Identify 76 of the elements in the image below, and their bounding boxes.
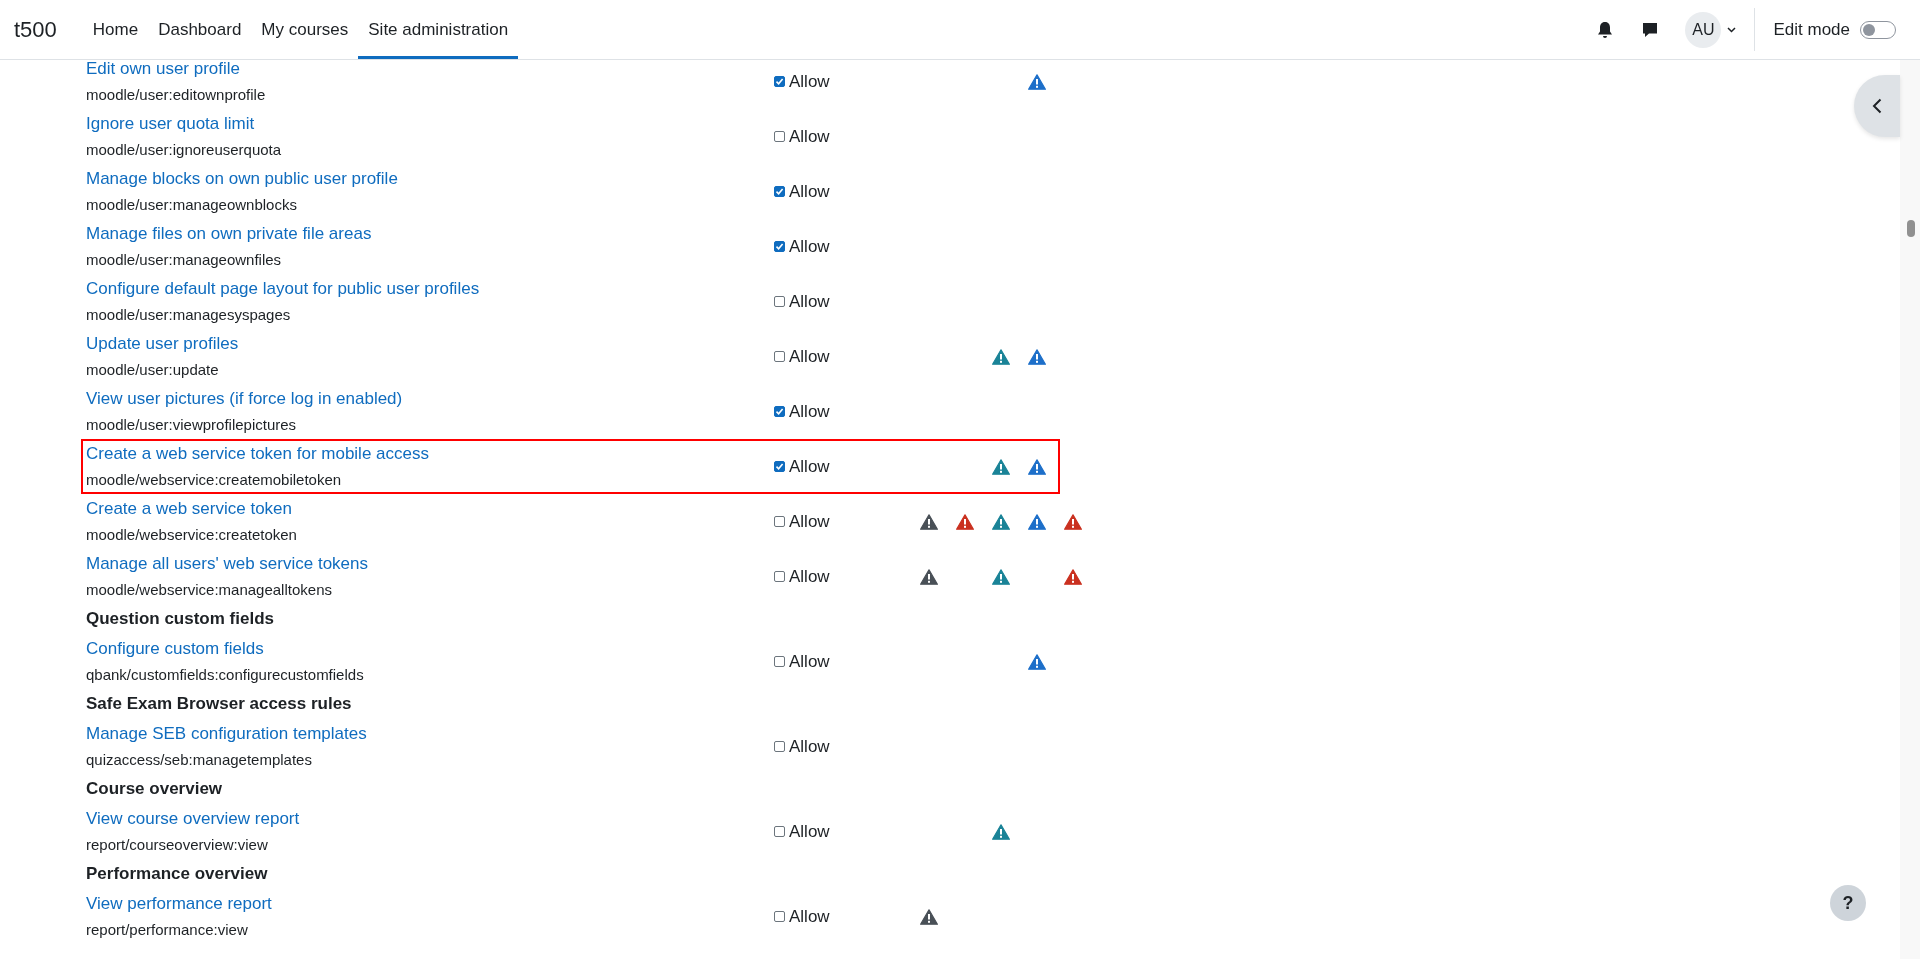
edit-mode-label: Edit mode	[1773, 19, 1850, 40]
capability-name: moodle/user:update	[86, 359, 219, 380]
checkbox-label[interactable]: Allow	[789, 126, 830, 147]
section-heading: Course overview	[86, 778, 224, 800]
checkbox[interactable]	[774, 186, 785, 197]
capability-link[interactable]: Configure default page layout for public user profiles	[86, 276, 480, 302]
capability-name: moodle/user:manageownblocks	[86, 194, 297, 215]
nav-link[interactable]: Dashboard	[148, 0, 252, 59]
scroll-thumb[interactable]	[1907, 220, 1915, 237]
capability-link[interactable]: View course overview report	[86, 806, 300, 832]
checkbox-label[interactable]: Allow	[789, 906, 830, 927]
capability-name: moodle/user:editownprofile	[86, 84, 266, 105]
capability-name: moodle/user:manageownfiles	[86, 249, 282, 270]
checkbox-label[interactable]: Allow	[789, 401, 830, 422]
capability-link[interactable]: Create a web service token for mobile access	[86, 441, 429, 467]
checkbox-label[interactable]: Allow	[789, 456, 830, 477]
checkbox[interactable]	[774, 826, 785, 837]
checkbox[interactable]	[774, 406, 785, 417]
checkbox[interactable]	[774, 516, 785, 527]
checkbox[interactable]	[774, 741, 785, 752]
user-avatar[interactable]: AU	[1685, 11, 1722, 48]
capability-link[interactable]: Create a web service token	[86, 496, 292, 522]
capability-name: moodle/user:managesyspages	[86, 304, 291, 325]
checkbox[interactable]	[774, 296, 785, 307]
chat-icon[interactable]	[1641, 20, 1660, 39]
capability-link[interactable]: Ignore user quota limit	[86, 111, 255, 137]
capability-name: moodle/webservice:managealltokens	[86, 579, 332, 600]
checkbox-label[interactable]: Allow	[789, 736, 830, 757]
capability-link[interactable]: Update user profiles	[86, 331, 239, 357]
section-heading: Question custom fields	[86, 608, 275, 630]
capability-name: moodle/webservice:createtoken	[86, 524, 297, 545]
checkbox[interactable]	[774, 351, 785, 362]
capability-link[interactable]: Manage SEB configuration templates	[86, 721, 367, 747]
section-heading: Performance overview	[86, 863, 269, 885]
capability-link[interactable]: View user pictures (if force log in enabled)	[86, 386, 403, 412]
checkbox[interactable]	[774, 911, 785, 922]
capability-name: moodle/webservice:createmobiletoken	[86, 469, 342, 490]
checkbox-label[interactable]: Allow	[789, 291, 830, 312]
checkbox-label[interactable]: Allow	[789, 181, 830, 202]
nav-link[interactable]: My courses	[251, 0, 359, 59]
edit-mode-toggle[interactable]	[1860, 20, 1896, 39]
help-button[interactable]: ?	[1830, 885, 1866, 921]
chevron-left-icon	[1872, 98, 1882, 114]
site-name[interactable]: t500	[14, 16, 57, 43]
checkbox[interactable]	[774, 656, 785, 667]
capability-name: moodle/user:viewprofilepictures	[86, 414, 297, 435]
capability-name: quizaccess/seb:managetemplates	[86, 749, 312, 770]
caret-icon[interactable]	[1727, 26, 1737, 33]
checkbox[interactable]	[774, 76, 785, 87]
checkbox-label[interactable]: Allow	[789, 71, 830, 92]
drawer-toggle[interactable]	[1854, 75, 1900, 137]
capability-link[interactable]: Configure custom fields	[86, 636, 264, 662]
checkbox-label[interactable]: Allow	[789, 511, 830, 532]
nav-link[interactable]: Home	[82, 0, 149, 59]
checkbox-label[interactable]: Allow	[789, 821, 830, 842]
capability-link[interactable]: Manage files on own private file areas	[86, 221, 372, 247]
checkbox-label[interactable]: Allow	[789, 346, 830, 367]
capability-link[interactable]: Manage all users' web service tokens	[86, 551, 368, 577]
nav-link[interactable]: Site administration	[358, 0, 519, 59]
checkbox-label[interactable]: Allow	[789, 566, 830, 587]
checkbox[interactable]	[774, 571, 785, 582]
scrollbar[interactable]	[1900, 60, 1920, 959]
capability-link[interactable]: View performance report	[86, 891, 272, 917]
bell-icon[interactable]	[1597, 20, 1614, 39]
checkbox[interactable]	[774, 131, 785, 142]
checkbox[interactable]	[774, 241, 785, 252]
capability-name: qbank/customfields:configurecustomfields	[86, 664, 364, 685]
checkbox-label[interactable]: Allow	[789, 236, 830, 257]
capability-name: report/performance:view	[86, 919, 248, 940]
capability-name: report/courseoverview:view	[86, 834, 268, 855]
section-heading: Safe Exam Browser access rules	[86, 693, 353, 715]
capability-link[interactable]: Edit own user profile	[86, 56, 241, 82]
checkbox-label[interactable]: Allow	[789, 651, 830, 672]
capability-name: moodle/user:ignoreuserquota	[86, 139, 282, 160]
checkbox[interactable]	[774, 461, 785, 472]
capability-link[interactable]: Manage blocks on own public user profile	[86, 166, 398, 192]
